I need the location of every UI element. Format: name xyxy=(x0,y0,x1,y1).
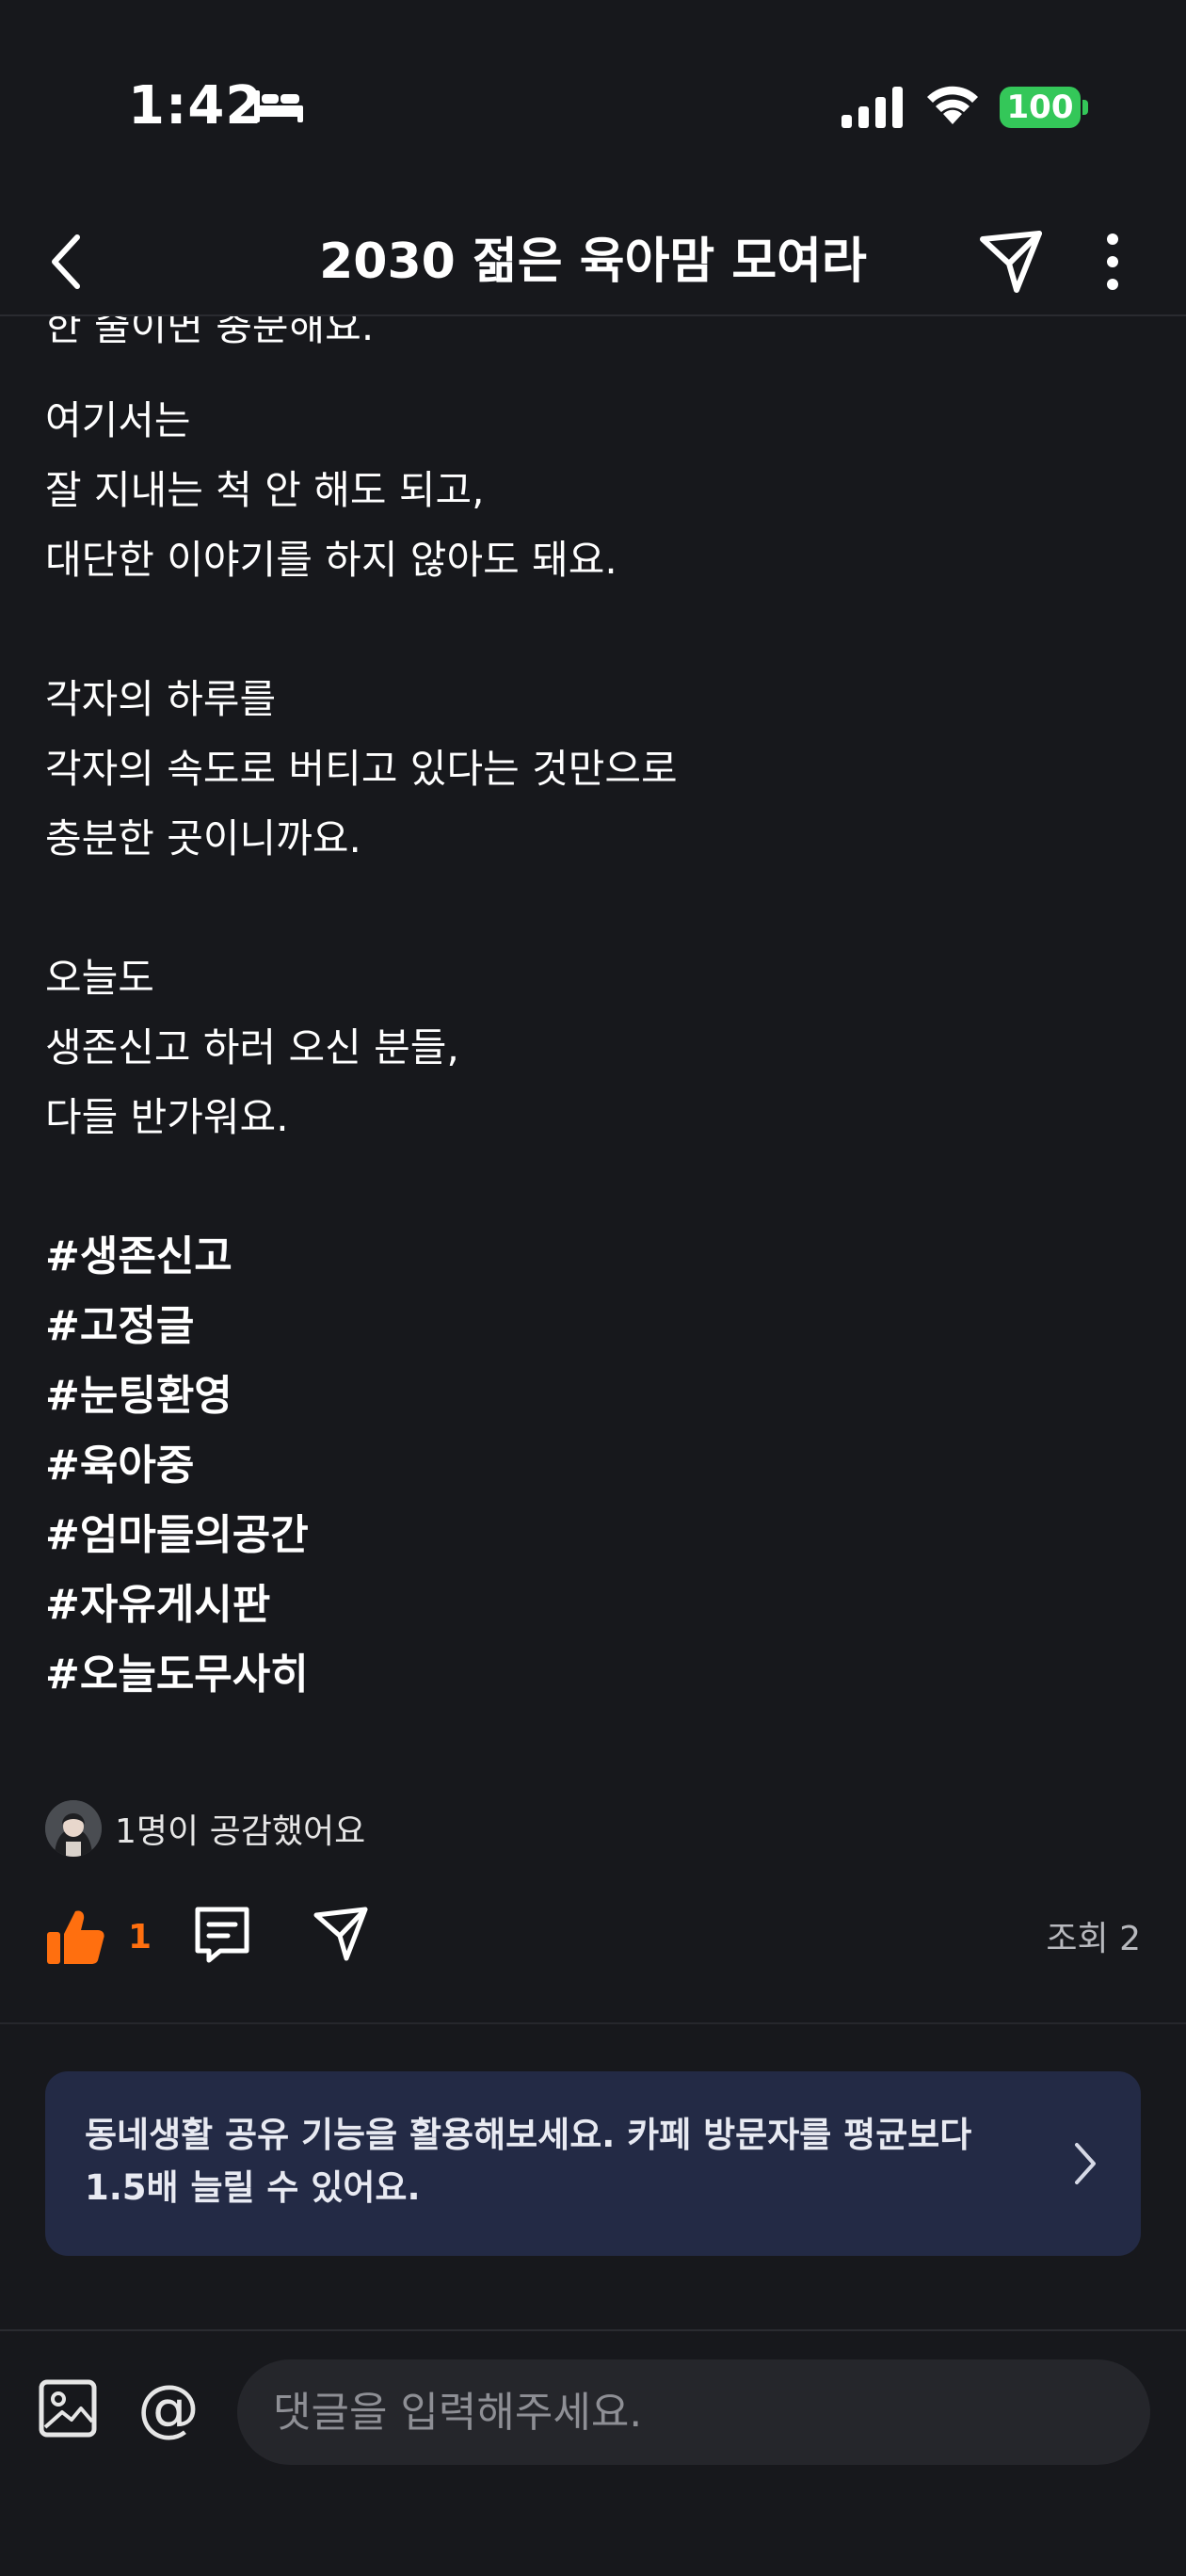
view-count: 조회 2 xyxy=(1046,1920,1141,1958)
post-text-line: 대단한 이야기를 하지 않아도 돼요. xyxy=(45,537,617,583)
comment-composer: @ xyxy=(0,2329,1186,2576)
thumbs-up-icon xyxy=(47,1910,104,1964)
mention-button[interactable]: @ xyxy=(132,2375,205,2442)
promo-banner-text: 동네생활 공유 기능을 활용해보세요. 카페 방문자를 평균보다 1.5배 늘릴… xyxy=(85,2115,972,2208)
send-icon[interactable] xyxy=(975,226,1047,298)
back-icon[interactable] xyxy=(38,224,98,299)
post-text-line: 오늘도 xyxy=(45,955,154,1001)
status-bar: 1:42 100 xyxy=(0,0,1186,207)
battery-indicator: 100 xyxy=(1000,87,1090,128)
chevron-right-icon xyxy=(1075,2143,1096,2184)
hashtag[interactable]: #생존신고 xyxy=(45,1222,1141,1292)
battery-cap xyxy=(1082,100,1088,115)
hashtag[interactable]: #오늘도무사히 xyxy=(45,1640,1141,1710)
signal-icon xyxy=(841,87,903,128)
hashtag[interactable]: #자유게시판 xyxy=(45,1570,1141,1640)
post-text-line: 각자의 속도로 버티고 있다는 것만으로 xyxy=(45,746,678,792)
comment-icon[interactable] xyxy=(192,1904,252,1964)
avatar-image xyxy=(45,1800,102,1857)
like-button[interactable]: 1 xyxy=(45,1904,152,1970)
page-title: 2030 젊은 육아맘 모여라 xyxy=(319,233,867,290)
status-time: 1:42 xyxy=(128,75,264,137)
hashtag[interactable]: #육아중 xyxy=(45,1431,1141,1501)
post-text-blank xyxy=(45,1152,1141,1222)
post-content: 여기서는 잘 지내는 척 안 해도 되고, 대단한 이야기를 하지 않아도 돼요… xyxy=(45,316,1141,1710)
image-icon[interactable] xyxy=(38,2378,98,2439)
hashtag[interactable]: #고정글 xyxy=(45,1292,1141,1361)
post-text-blank xyxy=(45,874,1141,943)
post-text-line: 여기서는 xyxy=(45,397,191,443)
send-icon[interactable] xyxy=(311,1904,371,1964)
wifi-icon xyxy=(927,86,978,124)
hashtag[interactable]: #엄마들의공간 xyxy=(45,1501,1141,1570)
post-text-line: 잘 지내는 척 안 해도 되고, xyxy=(45,467,485,513)
post-text-line: 생존신고 하러 오신 분들, xyxy=(45,1024,459,1071)
like-count: 1 xyxy=(128,1917,152,1956)
post-detail-screen: 1:42 100 2030 젊은 육아맘 모여라 한 줄이면 충분해요. 여기서… xyxy=(0,0,1186,2576)
section-divider xyxy=(0,2022,1186,2024)
battery-level: 100 xyxy=(1006,89,1074,126)
post-text-blank xyxy=(45,595,1141,665)
post-text-line: 충분한 곳이니까요. xyxy=(45,815,361,861)
more-icon[interactable] xyxy=(1084,226,1141,298)
bed-icon xyxy=(254,90,303,122)
avatar xyxy=(45,1800,102,1857)
hashtag[interactable]: #눈팅환영 xyxy=(45,1361,1141,1431)
empathy-summary[interactable]: 1명이 공감했어요 xyxy=(45,1798,365,1859)
post-text-line: 각자의 하루를 xyxy=(45,676,277,722)
comment-input[interactable] xyxy=(237,2359,1150,2465)
top-app-bar: 2030 젊은 육아맘 모여라 xyxy=(0,207,1186,316)
promo-banner[interactable]: 동네생활 공유 기능을 활용해보세요. 카페 방문자를 평균보다 1.5배 늘릴… xyxy=(45,2071,1141,2256)
post-text-line: 다들 반가워요. xyxy=(45,1094,289,1140)
empathy-text: 1명이 공감했어요 xyxy=(115,1812,366,1851)
